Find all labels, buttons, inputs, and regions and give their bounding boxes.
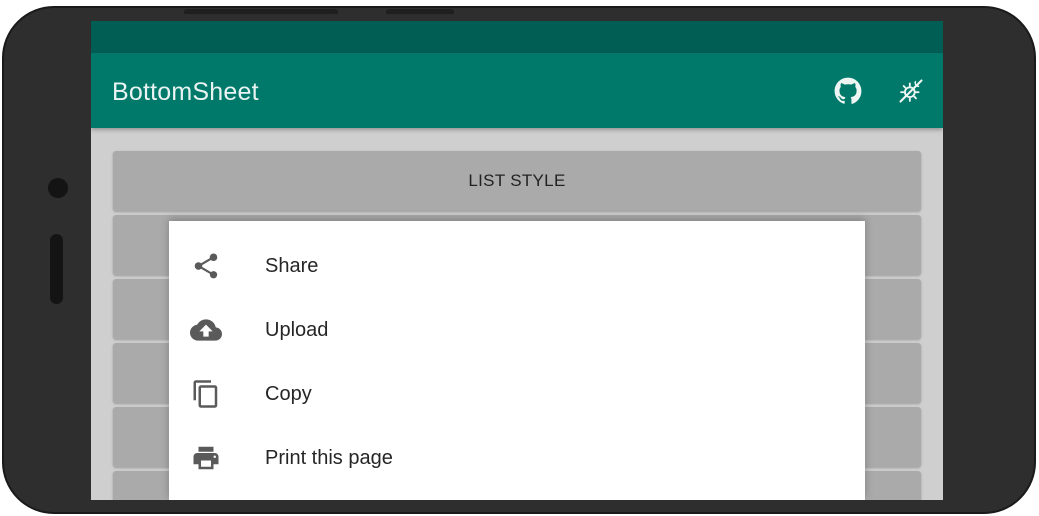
sheet-item-label: Share: [265, 254, 319, 277]
power-button: [386, 9, 454, 14]
sheet-item-print[interactable]: Print this page: [169, 426, 865, 490]
sheet-item-label: Upload: [265, 318, 329, 341]
print-icon: [189, 441, 223, 475]
sheet-item-label: Copy: [265, 382, 312, 405]
bottom-sheet: Share Upload Copy Print this page: [169, 221, 865, 500]
speaker-grille: [50, 234, 63, 304]
copy-icon: [189, 377, 223, 411]
front-camera: [48, 178, 68, 198]
volume-button: [184, 9, 338, 14]
app-title: BottomSheet: [112, 78, 259, 106]
list-style-button[interactable]: LIST STYLE: [113, 151, 921, 211]
status-bar: [91, 21, 943, 53]
sheet-item-upload[interactable]: Upload: [169, 298, 865, 362]
github-icon[interactable]: [834, 77, 862, 105]
sheet-item-share[interactable]: Share: [169, 234, 865, 298]
sheet-item-label: Print this page: [265, 446, 393, 469]
device-screen: BottomSheet LIST STYLE Share Upload Copy…: [91, 21, 943, 500]
app-bar: BottomSheet: [91, 53, 943, 128]
share-icon: [189, 249, 223, 283]
theme-toggle-icon[interactable]: [897, 77, 925, 105]
cloud-upload-icon: [189, 313, 223, 347]
sheet-item-copy[interactable]: Copy: [169, 362, 865, 426]
